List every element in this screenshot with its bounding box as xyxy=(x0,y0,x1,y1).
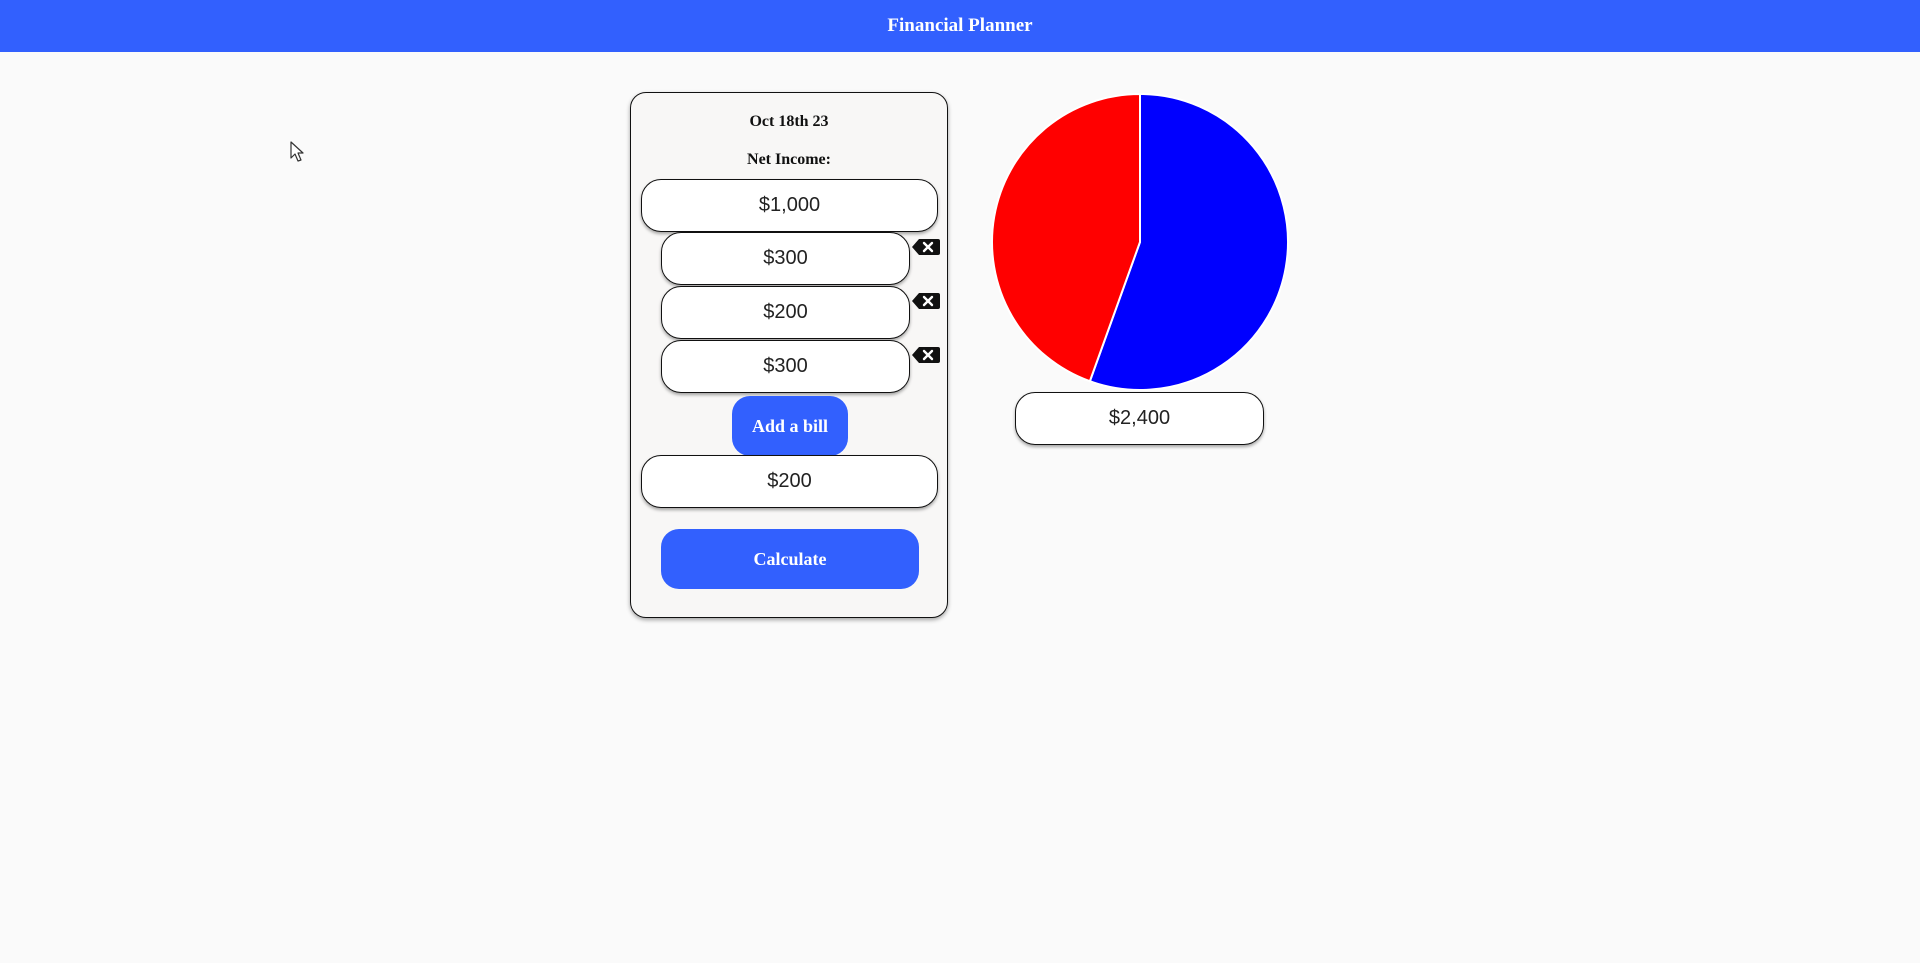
net-income-field[interactable]: $1,000 xyxy=(641,179,938,232)
net-income-label: Net Income: xyxy=(747,151,831,168)
date-label: Oct 18th 23 xyxy=(749,113,829,130)
backspace-x-icon xyxy=(912,347,940,363)
total-field[interactable]: $2,400 xyxy=(1015,392,1264,445)
pie-chart xyxy=(991,92,1290,391)
calculate-button[interactable]: Calculate xyxy=(661,529,919,589)
planner-card: Oct 18th 23 Net Income: $1,000 $300 $200… xyxy=(630,92,948,618)
top-bar: Financial Planner xyxy=(0,0,1920,52)
bill-field-1[interactable]: $300 xyxy=(661,232,910,285)
backspace-x-icon xyxy=(912,293,940,309)
add-bill-button[interactable]: Add a bill xyxy=(732,396,848,456)
backspace-x-icon xyxy=(912,239,940,255)
delete-bill-2-button[interactable] xyxy=(911,291,941,311)
remaining-field[interactable]: $200 xyxy=(641,455,938,508)
bill-field-2[interactable]: $200 xyxy=(661,286,910,339)
delete-bill-3-button[interactable] xyxy=(911,345,941,365)
bill-field-3[interactable]: $300 xyxy=(661,340,910,393)
delete-bill-1-button[interactable] xyxy=(911,237,941,257)
app-title: Financial Planner xyxy=(887,15,1033,36)
mouse-cursor-icon xyxy=(290,141,304,162)
